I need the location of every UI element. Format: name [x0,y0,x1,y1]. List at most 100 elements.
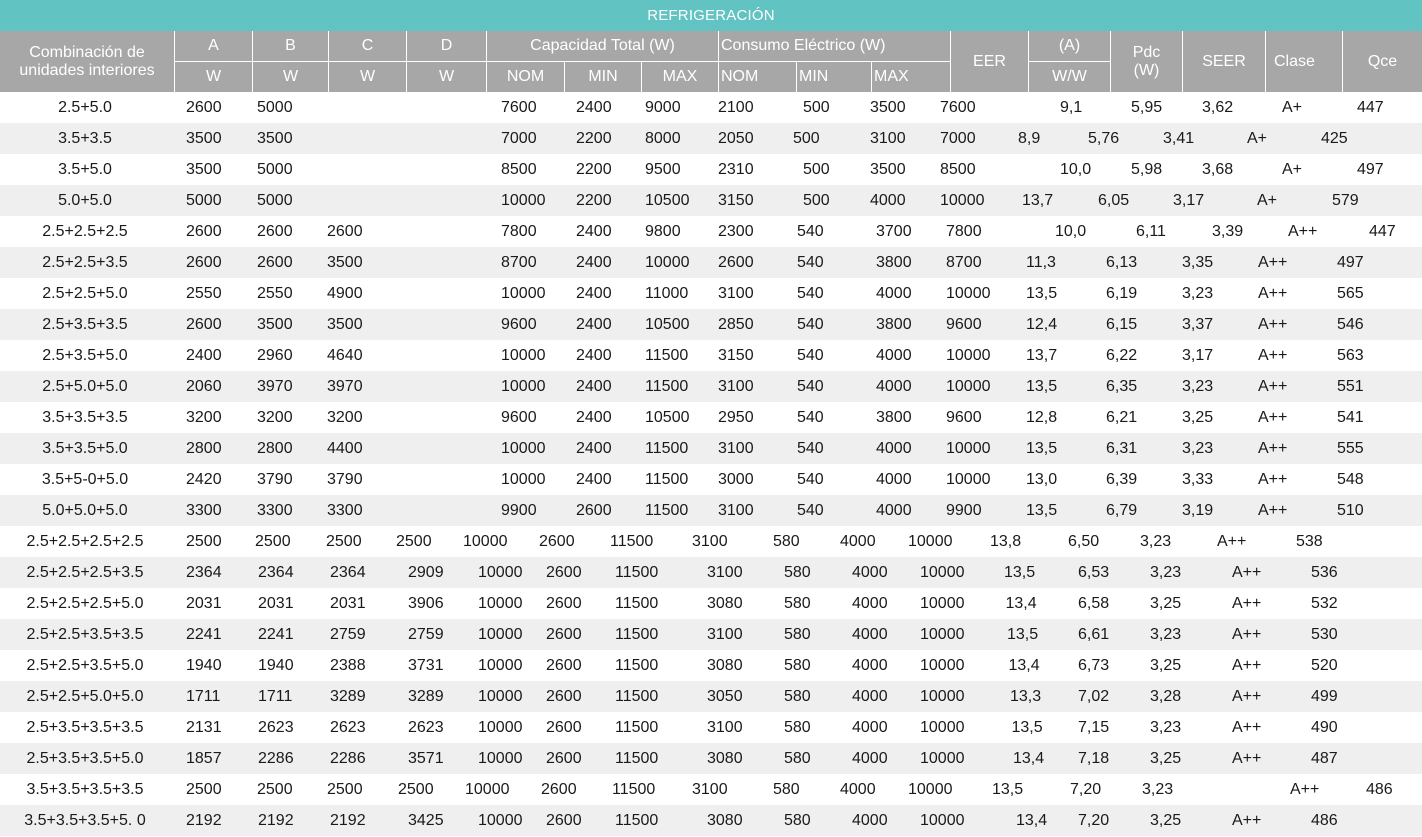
table-cell: 548 [1337,471,1364,488]
table-cell: 486 [1311,812,1338,829]
table-cell: 580 [784,595,811,612]
table-cell: 7,15 [1078,719,1110,736]
table-cell: 6,50 [1068,533,1100,550]
table-cell: 3,23 [1182,440,1214,457]
table-cell: A++ [1232,688,1262,705]
table-cell: 3500 [257,316,293,333]
table-cell: 487 [1311,750,1338,767]
table-cell: 2364 [330,564,366,581]
table-cell: 2192 [258,812,294,829]
table-cell: 2759 [408,626,444,643]
table-cell: 8700 [946,254,982,271]
header-pdc: Pdc (W) [1110,31,1182,92]
table-cell: 11500 [615,812,659,829]
header-b: B [252,31,328,61]
table-cell: 4000 [840,533,876,550]
table-cell: 4000 [876,502,912,519]
table-cell: 3100 [707,719,743,736]
table-cell: 8500 [940,161,976,178]
header-a: A [174,31,252,61]
table-cell: 11500 [615,595,659,612]
table-cell: 4000 [876,378,912,395]
table-body: 2.5+5.0 2600 5000 7600 2400 9000 2100 500 3500 76… [0,92,1422,836]
table-cell: 499 [1311,688,1338,705]
table-cell: 3,41 [1163,130,1195,147]
cell-combinacion: 2.5+2.5+3.5+5.0 [26,657,144,674]
table-cell: 3970 [327,378,363,395]
table-cell: 10000 [463,533,508,550]
table-cell: 5,95 [1131,99,1163,116]
cell-combinacion: 3.5+3.5+5.0 [42,440,128,457]
table-cell: 3790 [327,471,363,488]
table-cell: 551 [1337,378,1364,395]
table-cell: 1711 [258,688,293,705]
table-cell: 2200 [576,161,612,178]
table-row: 2.5+2.5+2.5+5.0 2031 2031 2031 3906 10000 2600… [0,588,1422,619]
table-cell: 11000 [645,285,689,302]
table-cell: A+ [1257,192,1278,209]
table-cell: 490 [1311,719,1338,736]
table-cell: 579 [1332,192,1359,209]
table-cell: 4000 [852,750,888,767]
table-cell: 5000 [257,161,293,178]
table-cell: 10000 [465,781,510,798]
table-cell: 2192 [330,812,366,829]
table-cell: 13,4 [1013,750,1045,767]
table-cell: 10000 [908,781,953,798]
table-cell: 3,37 [1182,316,1214,333]
table-cell: 2600 [546,688,582,705]
table-cell: 3731 [408,657,444,674]
table-row: 5.0+5.0 5000 5000 10000 2200 10500 3150 500 4000… [0,185,1422,216]
table-cell: 3100 [718,440,754,457]
cell-combinacion: 3.5+3.5+3.5+5. 0 [24,812,146,829]
table-cell: 11500 [615,564,659,581]
table-cell: 10000 [501,378,546,395]
table-row: 2.5+2.5+5.0 2550 2550 4900 10000 2400 11000 310… [0,278,1422,309]
table-cell: 2400 [576,378,612,395]
table-cell: 4000 [852,719,888,736]
table-row: 2.5+3.5+3.5+3.5 2131 2623 2623 2623 10000 2600… [0,712,1422,743]
table-cell: 3,25 [1150,657,1182,674]
header-cap-min: MIN [564,61,641,92]
table-cell: A++ [1258,285,1288,302]
header-ww: W/W [1028,61,1110,92]
table-cell: 2623 [330,719,366,736]
table-cell: 2400 [186,347,222,364]
table-cell: 2031 [330,595,366,612]
table-cell: 3,17 [1173,192,1205,209]
table-cell: 2600 [539,533,575,550]
table-cell: 6,39 [1106,471,1138,488]
table-cell: 11500 [615,657,659,674]
table-cell: 4000 [840,781,876,798]
table-cell: 10000 [920,626,965,643]
table-cell: 9800 [645,223,681,240]
header-a-unit: W [174,61,252,92]
cell-combinacion: 2.5+3.5+3.5 [42,316,128,333]
table-cell: 2850 [718,316,754,333]
table-cell: A++ [1232,657,1262,674]
table-cell: 10000 [501,285,546,302]
table-row: 2.5+5.0+5.0 2060 3970 3970 10000 2400 11500 310… [0,371,1422,402]
header-c: C [328,31,406,61]
table-cell: 3,23 [1142,781,1174,798]
table-cell: 2600 [546,812,582,829]
table-cell: A++ [1232,595,1262,612]
table-cell: 3,28 [1150,688,1182,705]
table-cell: 5,98 [1131,161,1163,178]
table-row: 3.5+3.5 3500 3500 7000 2200 8000 2050 500 3100 70… [0,123,1422,154]
table-cell: 9900 [946,502,982,519]
table-cell: 11500 [645,502,689,519]
table-cell: 4000 [876,347,912,364]
table-cell: 13,7 [1026,347,1058,364]
table-row: 2.5+3.5+3.5+5.0 1857 2286 2286 3571 10000 2600… [0,743,1422,774]
header-c-unit: W [328,61,406,92]
table-cell: 2600 [546,750,582,767]
table-cell: 540 [797,347,824,364]
spec-table: REFRIGERACIÓN Combinación de unidades in… [0,0,1422,837]
table-cell: 10000 [920,719,965,736]
table-cell: 4000 [852,564,888,581]
table-cell: 7800 [501,223,537,240]
table-cell: 10000 [946,347,991,364]
table-cell: 2400 [576,99,612,116]
table-cell: 7000 [501,130,537,147]
